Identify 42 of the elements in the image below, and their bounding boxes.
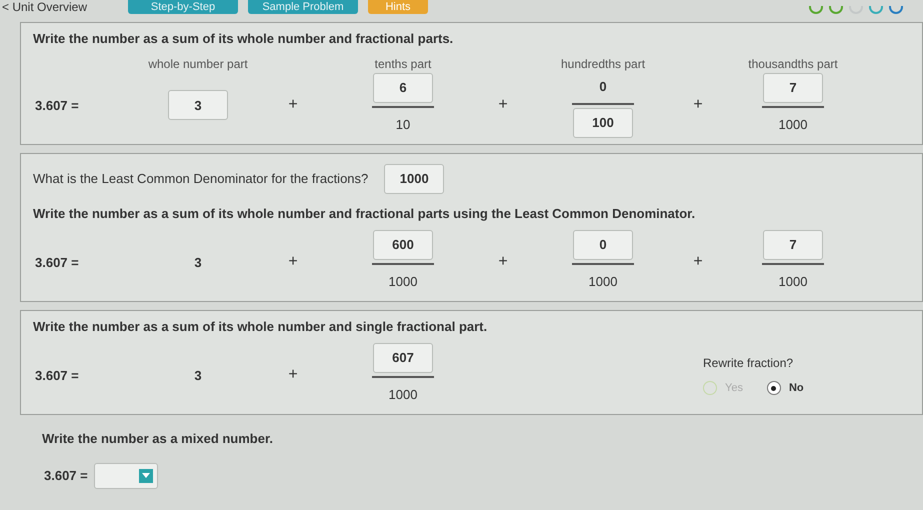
- answer-field[interactable]: 600: [373, 230, 433, 260]
- rewrite-question: Rewrite fraction?: [703, 355, 794, 372]
- instruction-text: Write the number as a sum of its whole number and fractional parts.: [33, 30, 454, 48]
- numerator: 0: [599, 78, 607, 96]
- radio-option[interactable]: No: [766, 380, 804, 396]
- part-label: tenths part: [374, 56, 432, 72]
- denominator: 1000: [388, 272, 418, 290]
- denominator: 1000: [778, 116, 808, 134]
- plus-sign: +: [498, 252, 508, 272]
- whole-number: 3: [194, 366, 202, 384]
- plus-sign: +: [288, 252, 298, 272]
- plus-sign: +: [288, 95, 298, 116]
- answer-field[interactable]: 3: [168, 90, 228, 120]
- denominator: 1000: [778, 272, 808, 290]
- answer-field[interactable]: 607: [373, 342, 433, 372]
- denominator: 1000: [388, 386, 418, 404]
- equation-lhs: 3.607 =: [34, 96, 80, 114]
- equation-lhs: 3.607 =: [34, 366, 80, 384]
- answer-field[interactable]: 6: [373, 72, 433, 102]
- denominator: 1000: [588, 272, 618, 290]
- plus-sign: +: [693, 252, 703, 272]
- dropdown-field[interactable]: [94, 462, 158, 488]
- equation-lhs: 3.607 =: [34, 254, 80, 272]
- part-label: hundredths part: [560, 56, 646, 72]
- answer-field[interactable]: 7: [763, 72, 823, 102]
- whole-number: 3: [194, 254, 202, 272]
- answer-field[interactable]: 7: [763, 230, 823, 260]
- instruction-text: Write the number as a sum of its whole number and single fractional part.: [33, 318, 488, 336]
- equation-lhs: 3.607 =: [43, 466, 88, 485]
- part-label: thousandths part: [748, 56, 838, 72]
- answer-field[interactable]: 1000: [384, 164, 444, 194]
- instruction-text: Write the number as a sum of its whole number and fractional parts using the Least Common Denominator.: [33, 205, 696, 223]
- answer-field[interactable]: 0: [573, 230, 633, 260]
- answer-field[interactable]: 100: [573, 108, 633, 138]
- back-link[interactable]: < Unit Overview: [0, 0, 128, 14]
- plus-sign: +: [288, 365, 298, 386]
- instruction-text: Write the number as a mixed number.: [42, 430, 274, 448]
- plus-sign: +: [498, 95, 508, 116]
- question-text: What is the Least Common Denominator for the fractions?: [33, 170, 368, 188]
- denominator: 10: [396, 116, 410, 134]
- plus-sign: +: [693, 95, 703, 116]
- part-label: whole number part: [148, 56, 248, 72]
